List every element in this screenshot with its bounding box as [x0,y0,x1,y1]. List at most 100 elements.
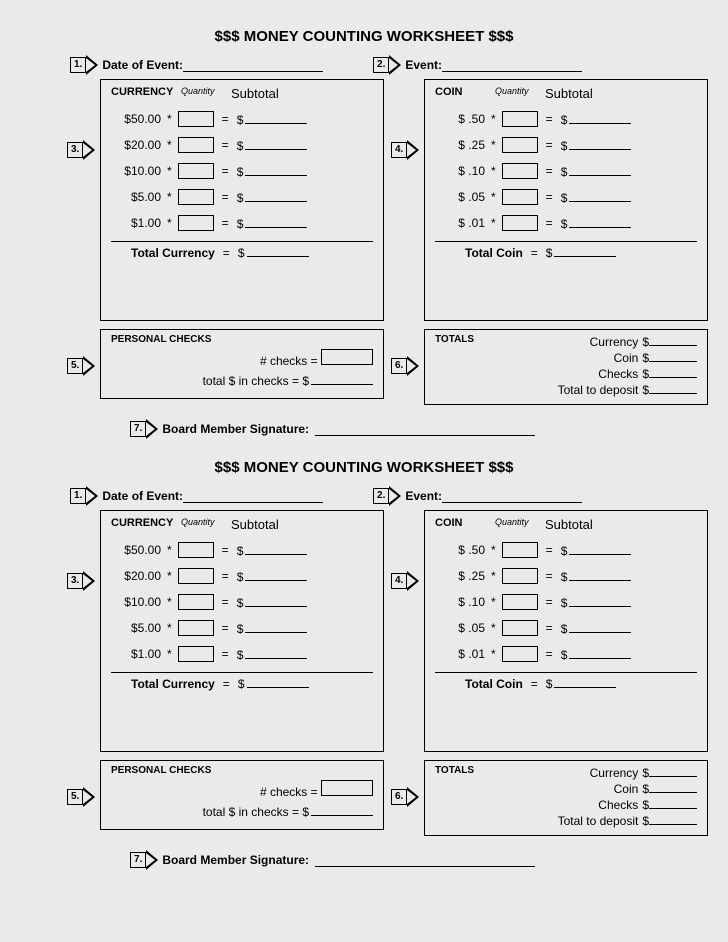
currency-box: 3. CURRENCY Quantity Subtotal $50.00*=$ … [100,510,384,752]
qty-input[interactable] [502,620,538,636]
qty-input[interactable] [178,542,214,558]
subtotal-field[interactable] [569,646,631,659]
subtotal-field[interactable] [245,646,307,659]
subtotal-field[interactable] [245,215,307,228]
checks-header: PERSONAL CHECKS [111,334,373,345]
total-currency-field[interactable] [247,675,309,688]
qty-input[interactable] [502,594,538,610]
subtotal-field[interactable] [569,163,631,176]
totals-checks-field[interactable] [649,797,697,809]
qty-input[interactable] [178,189,214,205]
qty-input[interactable] [178,594,214,610]
signature-label: Board Member Signature: [162,853,309,867]
qty-input[interactable] [178,137,214,153]
totals-checks-label: Checks [598,366,638,382]
qty-input[interactable] [178,163,214,179]
signature-label: Board Member Signature: [162,422,309,436]
subtotal-field[interactable] [245,620,307,633]
signature-field[interactable] [315,423,535,436]
total-currency-field[interactable] [247,244,309,257]
denom-row: $5.00*=$ [111,189,373,205]
denom-row: $ .05*=$ [435,189,697,205]
qty-input[interactable] [178,620,214,636]
step-arrow-6: 6. [391,787,419,807]
totals-checks-field[interactable] [649,366,697,378]
date-field[interactable] [183,490,323,503]
denom-row: $ .50*=$ [435,542,697,558]
totals-currency-field[interactable] [649,334,697,346]
subtotal-field[interactable] [569,568,631,581]
denom-row: $ .01*=$ [435,215,697,231]
totals-checks-label: Checks [598,797,638,813]
subtotal-field[interactable] [245,594,307,607]
event-label: Event: [405,58,442,72]
subtotal-field[interactable] [245,111,307,124]
subtotal-field[interactable] [569,215,631,228]
qty-input[interactable] [502,215,538,231]
quantity-header: Quantity [495,86,545,101]
subtotal-field[interactable] [569,189,631,202]
quantity-header: Quantity [181,517,231,532]
total-coin-field[interactable] [554,244,616,257]
total-coin-field[interactable] [554,675,616,688]
total-checks-label: total $ in checks = [203,805,299,819]
event-field[interactable] [442,59,582,72]
denom-row: $ .01*=$ [435,646,697,662]
qty-input[interactable] [502,111,538,127]
date-label: Date of Event: [102,58,183,72]
event-field[interactable] [442,490,582,503]
denom-row: $ .50*=$ [435,111,697,127]
totals-coin-field[interactable] [649,781,697,793]
step-arrow-1: 1. [70,486,98,506]
num-checks-input[interactable] [321,349,373,365]
total-currency-label: Total Currency [131,677,215,691]
totals-coin-label: Coin [614,350,639,366]
subtotal-header: Subtotal [545,86,593,101]
currency-header: CURRENCY [111,86,181,101]
totals-deposit-label: Total to deposit [558,382,639,398]
quantity-header: Quantity [181,86,231,101]
subtotal-field[interactable] [245,542,307,555]
totals-currency-field[interactable] [649,765,697,777]
subtotal-field[interactable] [245,163,307,176]
qty-input[interactable] [502,542,538,558]
qty-input[interactable] [178,646,214,662]
worksheet-2: $$$ MONEY COUNTING WORKSHEET $$$ 1. Date… [20,459,708,870]
qty-input[interactable] [502,163,538,179]
subtotal-header: Subtotal [545,517,593,532]
subtotal-field[interactable] [569,594,631,607]
subtotal-field[interactable] [569,137,631,150]
total-checks-field[interactable] [311,803,373,816]
qty-input[interactable] [502,137,538,153]
step-arrow-2: 2. [373,486,401,506]
date-field[interactable] [183,59,323,72]
subtotal-field[interactable] [245,189,307,202]
signature-field[interactable] [315,854,535,867]
qty-input[interactable] [502,568,538,584]
subtotal-field[interactable] [569,111,631,124]
qty-input[interactable] [502,189,538,205]
totals-header: TOTALS [435,334,474,398]
checks-box: 5. PERSONAL CHECKS # checks = total $ in… [100,329,384,399]
num-checks-input[interactable] [321,780,373,796]
totals-deposit-field[interactable] [649,813,697,825]
subtotal-field[interactable] [569,542,631,555]
totals-header: TOTALS [435,765,474,829]
step-arrow-4: 4. [391,571,419,591]
currency-box: 3. CURRENCY Quantity Subtotal $50.00*=$ … [100,79,384,321]
denom-row: $ .05*=$ [435,620,697,636]
step-arrow-5: 5. [67,787,95,807]
qty-input[interactable] [502,646,538,662]
totals-coin-label: Coin [614,781,639,797]
qty-input[interactable] [178,568,214,584]
subtotal-field[interactable] [245,568,307,581]
subtotal-field[interactable] [569,620,631,633]
total-currency-label: Total Currency [131,246,215,260]
totals-deposit-field[interactable] [649,382,697,394]
qty-input[interactable] [178,111,214,127]
qty-input[interactable] [178,215,214,231]
denom-row: $ .10*=$ [435,594,697,610]
subtotal-field[interactable] [245,137,307,150]
total-checks-field[interactable] [311,372,373,385]
totals-coin-field[interactable] [649,350,697,362]
